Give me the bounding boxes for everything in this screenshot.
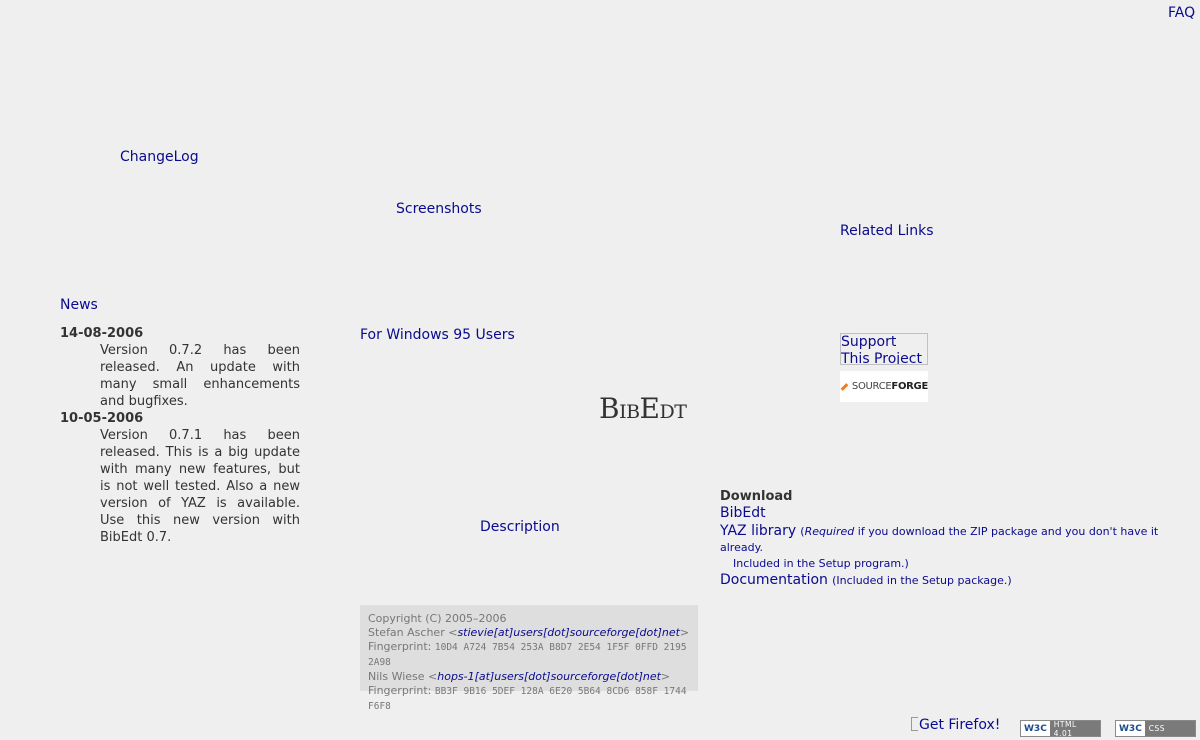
- download-section: Download BibEdt YAZ library (Required if…: [720, 489, 1200, 589]
- get-firefox-badge[interactable]: Get Firefox!: [911, 717, 1000, 733]
- sourceforge-text-a: SOURCE: [851, 381, 892, 392]
- news-date: 10-05-2006: [60, 411, 144, 426]
- windows95-link[interactable]: For Windows 95 Users: [360, 327, 515, 343]
- w3c-html-badge[interactable]: W3C HTML 4.01: [1020, 720, 1101, 738]
- w3c-html-label: HTML 4.01: [1049, 720, 1100, 738]
- logo-smallcaps: DT: [659, 401, 687, 423]
- fingerprint-label: Fingerprint:: [368, 640, 432, 653]
- download-heading: Download: [720, 489, 793, 504]
- news-text: Version 0.7.2 has been released. An upda…: [100, 343, 300, 409]
- support-project-button[interactable]: Support This Project: [840, 333, 928, 365]
- sourceforge-logo[interactable]: SOURCE FORGE: [840, 371, 928, 402]
- yaz-note-required: Required: [804, 525, 855, 538]
- description-link[interactable]: Description: [480, 519, 560, 535]
- news-item: 14-08-2006 Version 0.7.2 has been releas…: [60, 325, 300, 410]
- author-name: Stefan Ascher: [368, 626, 445, 639]
- yaz-note-line2: Included in the Setup program.): [733, 557, 909, 570]
- yaz-library-link[interactable]: YAZ library: [720, 523, 796, 539]
- news-text: Version 0.7.1 has been released. This is…: [100, 428, 300, 545]
- news-date: 14-08-2006: [60, 326, 144, 341]
- sourceforge-text-b: FORGE: [891, 381, 928, 392]
- documentation-link[interactable]: Documentation: [720, 572, 828, 588]
- w3c-css-badge[interactable]: W3C CSS: [1115, 720, 1196, 737]
- author-name: Nils Wiese: [368, 670, 425, 683]
- w3c-icon: W3C: [1116, 721, 1145, 736]
- logo-letter: E: [639, 392, 660, 425]
- badges: Support This Project SOURCE FORGE: [840, 333, 928, 402]
- get-firefox-label: Get Firefox!: [919, 717, 1001, 733]
- changelog-link[interactable]: ChangeLog: [120, 149, 199, 165]
- logo-smallcaps: IB: [619, 401, 640, 423]
- copyright-box: Copyright (C) 2005–2006 Stefan Ascher <s…: [360, 605, 698, 712]
- documentation-note: (Included in the Setup package.): [832, 574, 1012, 587]
- w3c-css-label: CSS: [1144, 721, 1195, 736]
- logo-letter: B: [599, 392, 620, 425]
- fingerprint-label: Fingerprint:: [368, 684, 432, 697]
- bibedt-download-link[interactable]: BibEdt: [720, 505, 766, 521]
- author-email-link[interactable]: stievie[at]users[dot]sourceforge[dot]net: [457, 626, 679, 639]
- faq-link[interactable]: FAQ: [1168, 5, 1195, 21]
- author-email-link[interactable]: hops-1[at]users[dot]sourceforge[dot]net: [437, 670, 661, 683]
- screenshots-link[interactable]: Screenshots: [396, 201, 482, 217]
- news-item: 10-05-2006 Version 0.7.1 has been releas…: [60, 410, 300, 546]
- w3c-icon: W3C: [1021, 721, 1050, 736]
- related-links-link[interactable]: Related Links: [840, 223, 934, 239]
- firefox-icon: [911, 717, 918, 731]
- sourceforge-icon: [840, 382, 849, 391]
- bibedt-logo: BIBEDT: [599, 392, 689, 428]
- news-section: News 14-08-2006 Version 0.7.2 has been r…: [60, 297, 300, 546]
- copyright-line: Copyright (C) 2005–2006: [368, 612, 507, 625]
- news-link[interactable]: News: [60, 297, 300, 313]
